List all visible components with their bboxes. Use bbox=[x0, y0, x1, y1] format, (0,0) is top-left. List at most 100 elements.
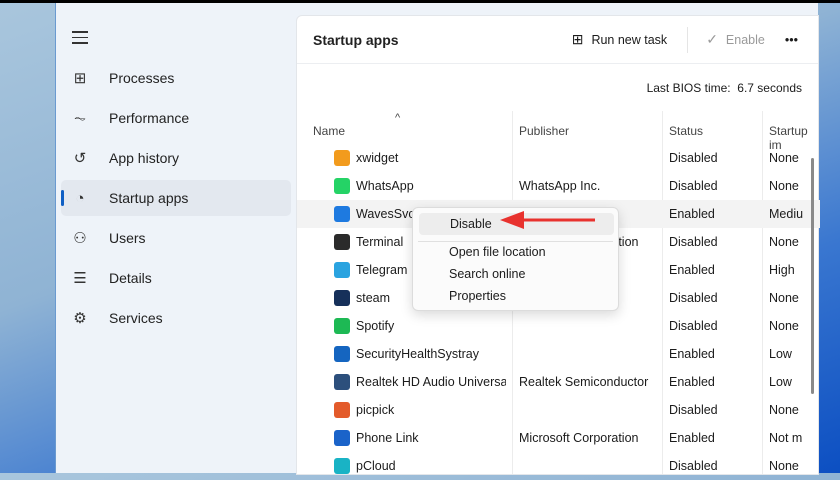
more-icon: ••• bbox=[784, 32, 798, 47]
app-publisher: WhatsApp Inc. bbox=[519, 179, 601, 193]
sidebar-item-label: Users bbox=[109, 230, 146, 246]
details-icon: ☰ bbox=[73, 270, 87, 287]
table-row[interactable]: Phone Link Microsoft Corporation Enabled… bbox=[297, 424, 820, 452]
app-startup-impact: None bbox=[769, 403, 799, 417]
app-name: WhatsApp bbox=[356, 179, 414, 193]
startup-icon: ◔ bbox=[75, 189, 85, 207]
toolbar-divider bbox=[687, 26, 689, 53]
app-icon bbox=[334, 430, 350, 446]
app-startup-impact: Mediu bbox=[769, 207, 803, 221]
sidebar-item-label: Performance bbox=[109, 110, 190, 126]
menu-item-open-file-location[interactable]: Open file location bbox=[449, 245, 546, 259]
sidebar-item-label: Startup apps bbox=[109, 190, 189, 206]
check-icon: ✓ bbox=[706, 31, 718, 47]
annotation-arrow-icon bbox=[500, 211, 595, 229]
table-row[interactable]: pCloud Disabled None bbox=[297, 452, 820, 480]
column-header-status[interactable]: Status bbox=[669, 124, 703, 138]
app-name: SecurityHealthSystray bbox=[356, 347, 479, 361]
enable-button[interactable]: ✓ Enable bbox=[706, 31, 765, 48]
app-name: pCloud bbox=[356, 459, 396, 473]
page-title: Startup apps bbox=[313, 31, 399, 48]
app-name: Phone Link bbox=[356, 431, 419, 445]
table-row[interactable]: Realtek HD Audio Universa... Realtek Sem… bbox=[297, 368, 820, 396]
menu-divider bbox=[418, 241, 613, 242]
sidebar-item-performance[interactable]: ⏦ Performance bbox=[61, 100, 291, 136]
enable-label: Enable bbox=[725, 32, 765, 47]
sidebar-item-users[interactable]: ⚇ Users bbox=[61, 220, 291, 256]
hamburger-menu-icon[interactable] bbox=[72, 31, 88, 48]
app-status: Disabled bbox=[669, 403, 718, 417]
table-row[interactable]: SecurityHealthSystray Enabled Low bbox=[297, 340, 820, 368]
app-status: Enabled bbox=[669, 375, 715, 389]
app-startup-impact: None bbox=[769, 319, 799, 333]
table-row[interactable]: picpick Disabled None bbox=[297, 396, 820, 424]
app-startup-impact: None bbox=[769, 235, 799, 249]
app-icon bbox=[334, 178, 350, 194]
app-name: Realtek HD Audio Universa... bbox=[356, 375, 506, 389]
menu-item-search-online[interactable]: Search online bbox=[449, 267, 525, 281]
sort-chevron-icon: ^ bbox=[395, 112, 401, 124]
app-icon bbox=[334, 290, 350, 306]
app-icon bbox=[334, 458, 350, 474]
app-status: Disabled bbox=[669, 179, 718, 193]
app-status: Disabled bbox=[669, 319, 718, 333]
app-icon bbox=[334, 346, 350, 362]
sidebar-item-processes[interactable]: ⊞ Processes bbox=[61, 60, 291, 96]
app-publisher: Microsoft Corporation bbox=[519, 431, 639, 445]
app-startup-impact: Not m bbox=[769, 431, 803, 445]
sidebar-item-label: Services bbox=[109, 310, 163, 326]
run-task-icon: ⊞ bbox=[571, 31, 584, 47]
sidebar-item-startup-apps[interactable]: ◔ Startup apps bbox=[61, 180, 291, 216]
app-icon bbox=[334, 318, 350, 334]
app-startup-impact: Low bbox=[769, 375, 792, 389]
app-startup-impact: None bbox=[769, 291, 799, 305]
performance-icon: ⏦ bbox=[73, 109, 87, 127]
column-header-name[interactable]: Name bbox=[313, 124, 345, 138]
column-header-publisher[interactable]: Publisher bbox=[519, 124, 569, 138]
history-icon: ↺ bbox=[73, 150, 87, 167]
app-startup-impact: None bbox=[769, 151, 799, 165]
table-row[interactable]: xwidget Disabled None bbox=[297, 144, 820, 172]
more-options-button[interactable]: ••• bbox=[785, 33, 798, 47]
app-icon bbox=[334, 206, 350, 222]
app-status: Disabled bbox=[669, 151, 718, 165]
sidebar-item-label: Processes bbox=[109, 70, 175, 86]
sidebar-item-details[interactable]: ☰ Details bbox=[61, 260, 291, 296]
app-name: Spotify bbox=[356, 319, 395, 333]
app-icon bbox=[334, 374, 350, 390]
menu-item-properties[interactable]: Properties bbox=[449, 289, 506, 303]
app-icon bbox=[334, 150, 350, 166]
app-startup-impact: High bbox=[769, 263, 795, 277]
app-status: Enabled bbox=[669, 207, 715, 221]
app-status: Disabled bbox=[669, 459, 718, 473]
sidebar-item-app-history[interactable]: ↺ App history bbox=[61, 140, 291, 176]
app-status: Enabled bbox=[669, 431, 715, 445]
app-status: Enabled bbox=[669, 263, 715, 277]
app-startup-impact: None bbox=[769, 179, 799, 193]
bios-label: Last BIOS time: bbox=[646, 81, 731, 95]
app-publisher: Realtek Semiconductor bbox=[519, 375, 649, 389]
app-name: picpick bbox=[356, 403, 395, 417]
services-icon: ⚙ bbox=[73, 310, 87, 327]
app-icon bbox=[334, 262, 350, 278]
table-row[interactable]: WhatsApp WhatsApp Inc. Disabled None bbox=[297, 172, 820, 200]
app-status: Enabled bbox=[669, 347, 715, 361]
run-new-task-label: Run new task bbox=[591, 32, 668, 47]
app-icon bbox=[334, 234, 350, 250]
table-row[interactable]: Spotify Disabled None bbox=[297, 312, 820, 340]
sidebar-item-label: Details bbox=[109, 270, 152, 286]
users-icon: ⚇ bbox=[73, 230, 87, 247]
sidebar-item-services[interactable]: ⚙ Services bbox=[61, 300, 291, 336]
scrollbar[interactable] bbox=[811, 158, 814, 394]
run-new-task-button[interactable]: ⊞ Run new task bbox=[572, 31, 667, 48]
bios-value: 6.7 seconds bbox=[737, 81, 802, 95]
app-status: Disabled bbox=[669, 235, 718, 249]
app-status: Disabled bbox=[669, 291, 718, 305]
sidebar-item-label: App history bbox=[109, 150, 180, 166]
app-startup-impact: Low bbox=[769, 347, 792, 361]
app-name: xwidget bbox=[356, 151, 399, 165]
app-icon bbox=[334, 402, 350, 418]
app-startup-impact: None bbox=[769, 459, 799, 473]
bios-time: Last BIOS time: 6.7 seconds bbox=[647, 81, 802, 95]
processes-icon: ⊞ bbox=[73, 70, 87, 87]
